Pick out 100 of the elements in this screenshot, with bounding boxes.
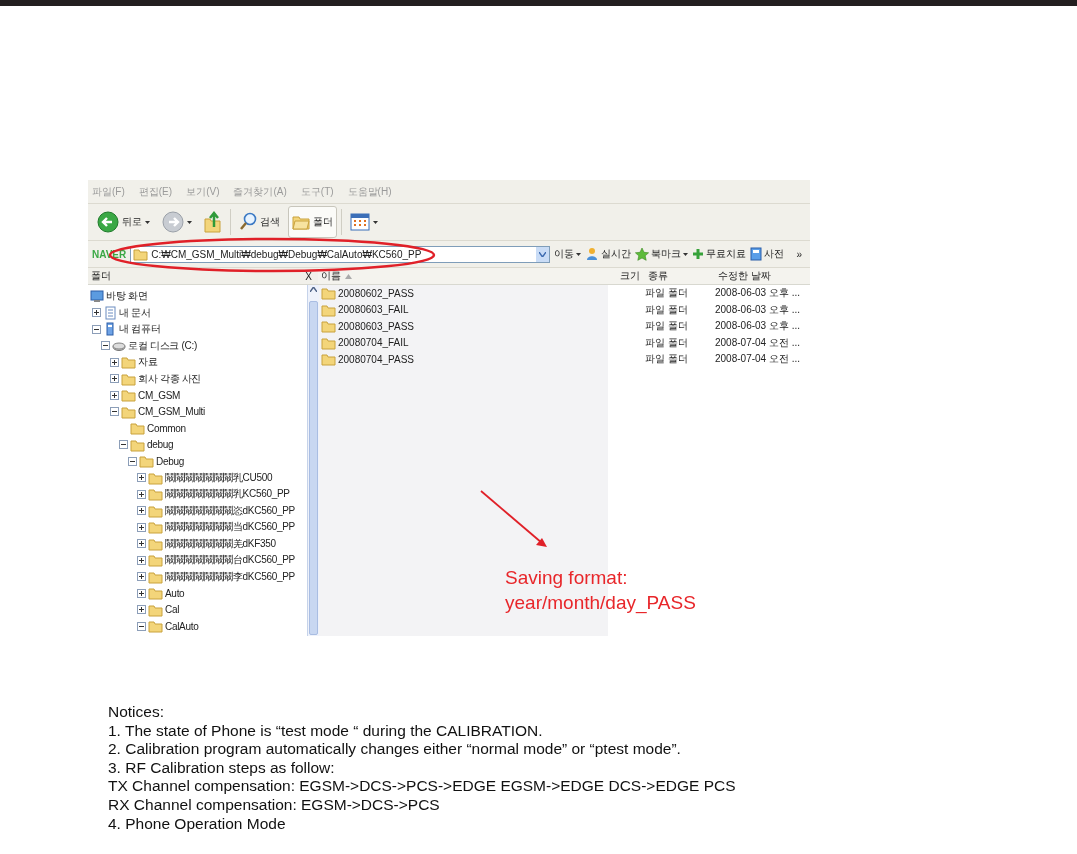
- expand-icon[interactable]: [137, 489, 146, 499]
- person-icon: [585, 247, 600, 261]
- folder-icon: [321, 352, 336, 367]
- tree-item[interactable]: 鬫鬫鬫鬫鬫鬫鬫乳KC560_PP: [165, 487, 290, 502]
- tree-item[interactable]: Common: [147, 422, 186, 434]
- expand-icon[interactable]: [110, 374, 119, 384]
- tree-item[interactable]: 鬫鬫鬫鬫鬫鬫鬫乳CU500: [165, 470, 273, 485]
- table-cell-text: 2008-06-03 오후 ...: [715, 302, 802, 317]
- expand-icon[interactable]: [137, 588, 146, 598]
- collapse-icon[interactable]: [110, 407, 119, 417]
- tree-item[interactable]: Auto: [165, 587, 185, 599]
- column-header[interactable]: 수정한 날짜: [715, 269, 810, 283]
- folder-icon: [121, 355, 136, 370]
- folder-icon: [148, 602, 163, 617]
- pane-title: 폴더: [91, 269, 111, 283]
- file-name[interactable]: 20080603_FAIL: [338, 304, 409, 316]
- tree-item[interactable]: 내 문서: [119, 305, 151, 320]
- collapse-icon[interactable]: [137, 621, 146, 631]
- notice-line: 3. RF Calibration steps as follow:: [108, 758, 336, 778]
- toolbar-link[interactable]: 실시간: [585, 247, 632, 261]
- forward-icon: [162, 211, 184, 233]
- tree-item[interactable]: 로컬 디스크 (C:): [128, 338, 197, 353]
- collapse-icon[interactable]: [119, 440, 128, 450]
- tree-item[interactable]: 鬫鬫鬫鬫鬫鬫鬫李dKC560_PP: [165, 569, 295, 584]
- folder-icon: [121, 404, 136, 419]
- notice-line: 4. Phone Operation Mode: [108, 814, 287, 834]
- table-cell-text: 2008-07-04 오전 ...: [715, 352, 802, 367]
- expand-icon[interactable]: [137, 572, 146, 582]
- search-button[interactable]: 검색: [235, 206, 284, 238]
- collapse-icon[interactable]: [128, 456, 137, 466]
- table-cell-text: 파일 폴더: [645, 352, 689, 367]
- tree-item[interactable]: 鬫鬫鬫鬫鬫鬫鬫台dKC560_PP: [165, 553, 295, 568]
- table-cell-text: 파일 폴더: [645, 319, 689, 334]
- computer-icon: [103, 322, 117, 337]
- tree-item[interactable]: 鬫鬫鬫鬫鬫鬫鬫当dKC560_PP: [165, 520, 295, 535]
- tree-item[interactable]: CalAuto: [165, 620, 199, 632]
- close-button[interactable]: X: [305, 270, 312, 282]
- folder-icon: [148, 470, 163, 485]
- notice-line: 2. Calibration program automatically changes either “normal mode” or “ptest mode”.: [108, 740, 682, 759]
- column-header[interactable]: 크기: [617, 269, 645, 283]
- tree-item[interactable]: 鬫鬫鬫鬫鬫鬫鬫恣dKC560_PP: [165, 503, 295, 518]
- table-cell-text: 2008-07-04 오전 ...: [715, 335, 802, 350]
- toolbar-link[interactable]: 북마크: [635, 247, 689, 261]
- expand-icon[interactable]: [137, 555, 146, 565]
- expand-icon[interactable]: [137, 473, 146, 483]
- folder-icon: [148, 503, 163, 518]
- table-cell-text: 2008-06-03 오후 ...: [715, 286, 802, 301]
- plus-icon: [692, 248, 705, 260]
- expand-icon[interactable]: [137, 522, 146, 532]
- up-folder-icon: [204, 211, 222, 233]
- table-cell-text: 파일 폴더: [645, 335, 689, 350]
- expand-icon[interactable]: [92, 308, 101, 318]
- scroll-up-icon: [310, 287, 317, 292]
- file-name[interactable]: 20080602_PASS: [338, 287, 414, 299]
- annotation-text: Saving format: year/month/day_PASS: [505, 566, 696, 615]
- more-button[interactable]: »: [796, 248, 810, 260]
- folder-icon: [321, 335, 336, 350]
- column-header[interactable]: 이름: [318, 269, 617, 283]
- dropdown-icon: [539, 251, 547, 257]
- tree-item[interactable]: Debug: [156, 455, 184, 467]
- tree-item[interactable]: 鬫鬫鬫鬫鬫鬫鬫羌dKF350: [165, 536, 276, 551]
- toolbar-link[interactable]: 무료치료: [692, 247, 747, 261]
- book-icon: [750, 247, 763, 261]
- scrollbar-thumb[interactable]: [309, 301, 318, 635]
- file-name[interactable]: 20080704_PASS: [338, 353, 414, 365]
- tree-item[interactable]: 바탕 화면: [106, 289, 148, 304]
- notice-line: RX Channel compensation: EGSM->DCS->PCS: [108, 795, 441, 815]
- folders-button[interactable]: 폴더: [288, 206, 337, 238]
- table-cell-text: 파일 폴더: [645, 302, 689, 317]
- address-field[interactable]: C:₩CM_GSM_Multi₩debug₩Debug₩CalAuto₩KC560_PP: [130, 245, 551, 263]
- go-button[interactable]: 이동: [554, 247, 582, 261]
- arrow-icon: [478, 488, 550, 550]
- folder-icon: [130, 421, 145, 436]
- tree-item[interactable]: CM_GSM: [138, 389, 181, 401]
- folder-icon: [139, 454, 154, 469]
- column-header[interactable]: 종류: [645, 269, 715, 283]
- folder-icon: [148, 569, 163, 584]
- file-name[interactable]: 20080603_PASS: [338, 320, 414, 332]
- document-icon: [103, 305, 117, 320]
- back-button[interactable]: 뒤로: [93, 206, 154, 238]
- tree-item[interactable]: 내 컴퓨터: [119, 322, 161, 337]
- toolbar-link[interactable]: 사전: [750, 247, 785, 261]
- file-name[interactable]: 20080704_FAIL: [338, 337, 409, 349]
- tree-item[interactable]: Cal: [165, 604, 180, 616]
- folder-icon: [321, 302, 336, 317]
- collapse-icon[interactable]: [92, 324, 101, 334]
- expand-icon[interactable]: [110, 390, 119, 400]
- folder-icon: [148, 520, 163, 535]
- collapse-icon[interactable]: [101, 341, 110, 351]
- tree-item[interactable]: debug: [147, 439, 174, 451]
- tree-item[interactable]: 회사 각종 사진: [138, 371, 202, 386]
- expand-icon[interactable]: [137, 605, 146, 615]
- tree-item[interactable]: 자료: [138, 355, 158, 370]
- expand-icon[interactable]: [137, 539, 146, 549]
- expand-icon[interactable]: [137, 506, 146, 516]
- folder-icon: [121, 371, 136, 386]
- tree-item[interactable]: CM_GSM_Multi: [138, 406, 205, 418]
- notice-line: Notices:: [108, 703, 165, 722]
- views-icon: [350, 212, 370, 232]
- expand-icon[interactable]: [110, 357, 119, 367]
